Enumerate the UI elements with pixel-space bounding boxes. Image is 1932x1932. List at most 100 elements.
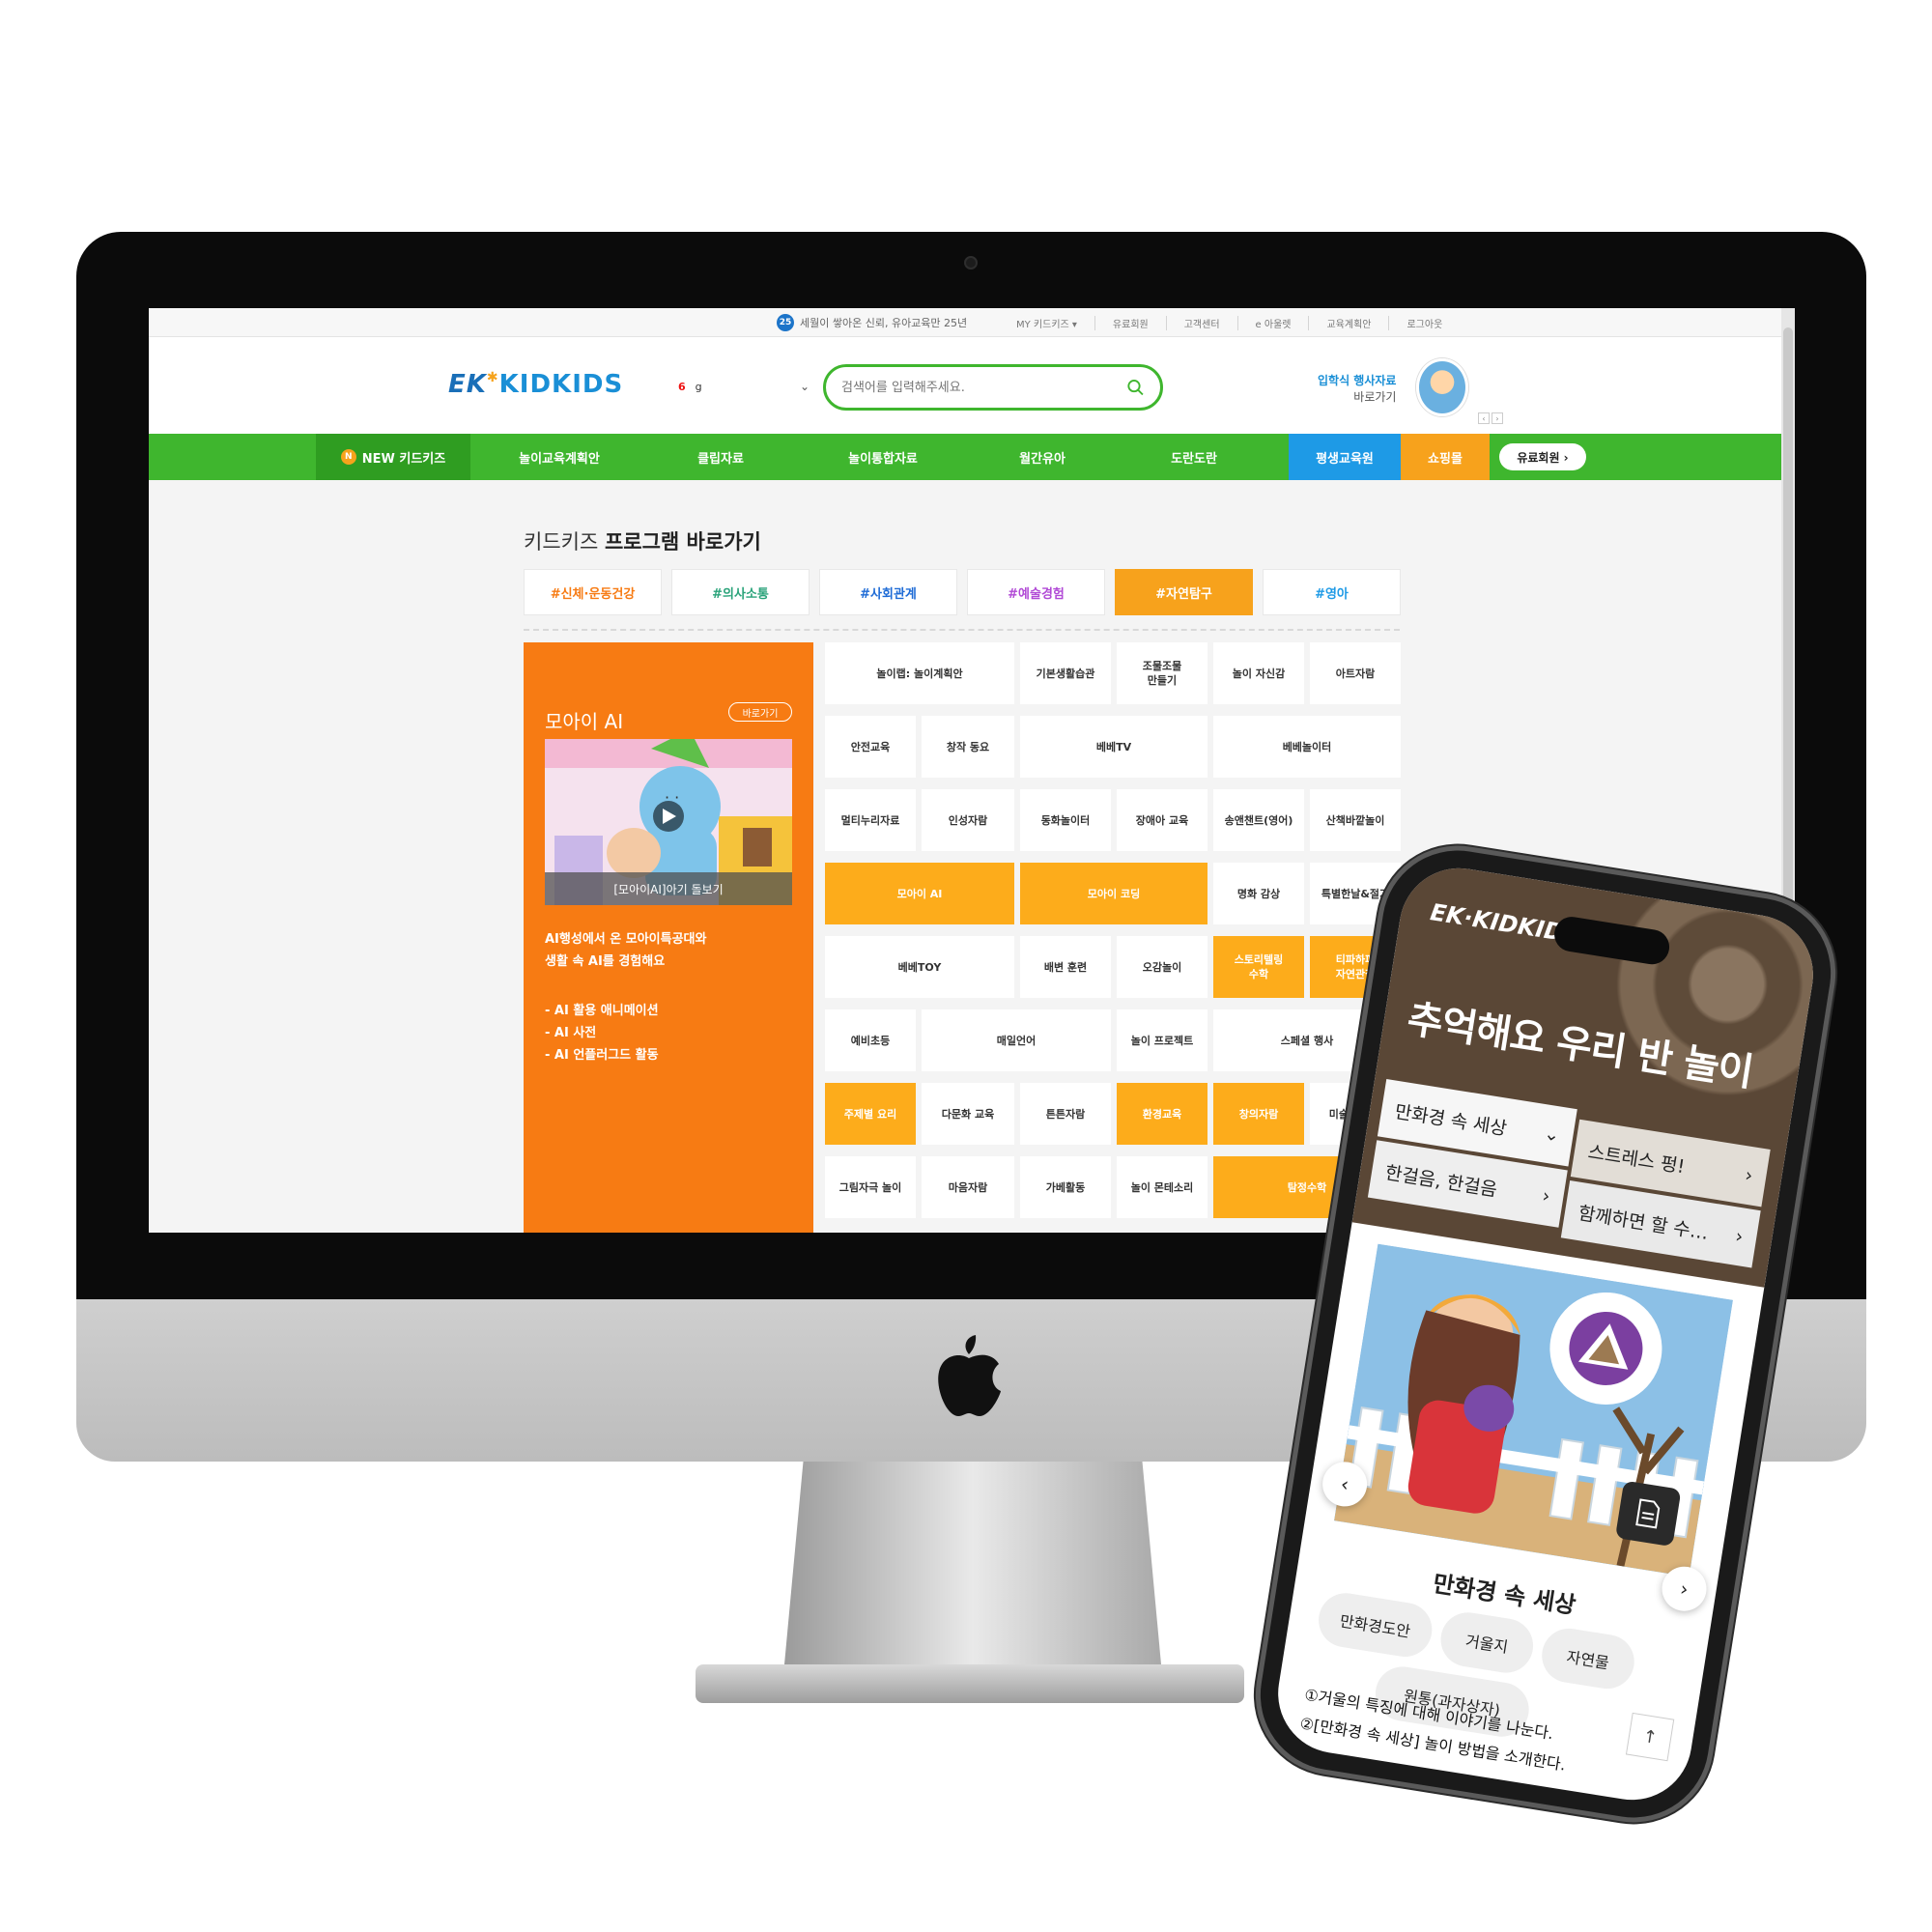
- chevron-right-icon: ›: [1541, 1184, 1551, 1208]
- program-item[interactable]: 매일언어: [922, 1009, 1111, 1071]
- apple-logo-icon: [938, 1335, 1001, 1416]
- tab-communication[interactable]: #의사소통: [671, 569, 810, 615]
- tab-art[interactable]: #예술경험: [967, 569, 1105, 615]
- program-item[interactable]: 놀이 자신감: [1213, 642, 1304, 704]
- program-item-highlight[interactable]: 모아이 AI: [825, 863, 1014, 924]
- utility-bar: 25 세월이 쌓아온 신뢰, 유아교육만 25년 MY 키드키즈 ▾ 유료회원 …: [149, 308, 1781, 337]
- program-item[interactable]: 안전교육: [825, 716, 916, 778]
- nav-new-kidkids[interactable]: N NEW 키드키즈: [316, 434, 470, 480]
- moai-bullet: - AI 사전: [545, 1026, 597, 1040]
- program-item[interactable]: 인성자람: [922, 789, 1014, 851]
- moai-desc-line: 생활 속 AI를 경험해요: [545, 954, 666, 969]
- program-item[interactable]: 베베놀이터: [1213, 716, 1401, 778]
- program-item[interactable]: 동화놀이터: [1020, 789, 1111, 851]
- ceremony-material-link[interactable]: 입학식 행사자료 바로가기: [1318, 372, 1396, 405]
- program-item-highlight[interactable]: 창의자람: [1213, 1083, 1304, 1145]
- program-item[interactable]: 송앤챈트(영어): [1213, 789, 1304, 851]
- program-item[interactable]: 베베TV: [1020, 716, 1208, 778]
- moai-ai-panel: 모아이 AI 바로가기 · · [모아이AI]아기 돌보기 AI행성에서 온 모…: [524, 642, 813, 1233]
- program-title-light: 키드키즈: [524, 530, 605, 554]
- program-item[interactable]: 다문화 교육: [922, 1083, 1014, 1145]
- document-icon[interactable]: [1614, 1480, 1682, 1548]
- nav-clip[interactable]: 클립자료: [653, 434, 788, 480]
- imac-stand-neck: [784, 1462, 1161, 1664]
- nav-integrated[interactable]: 놀이통합자료: [806, 434, 960, 480]
- program-item[interactable]: 오감놀이: [1117, 936, 1208, 998]
- program-item[interactable]: 기본생활습관: [1020, 642, 1111, 704]
- document-glyph: [1635, 1498, 1661, 1529]
- chevron-down-icon: ⌄: [799, 380, 810, 393]
- new-badge-icon: N: [340, 449, 356, 465]
- ceremony-link-sub: 바로가기: [1353, 390, 1397, 404]
- paid-member-button[interactable]: 유료회원 ›: [1499, 443, 1586, 470]
- program-item[interactable]: 산책바깥놀이: [1310, 789, 1401, 851]
- program-item[interactable]: 아트자람: [1310, 642, 1401, 704]
- program-item[interactable]: 가베활동: [1020, 1156, 1111, 1218]
- moai-bullets: - AI 활용 애니메이션 - AI 사전 - AI 언플러그드 활동: [545, 1000, 659, 1066]
- nav-lifelong[interactable]: 평생교육원: [1289, 434, 1401, 480]
- program-item[interactable]: 조물조물 만들기: [1117, 642, 1208, 704]
- program-item-highlight[interactable]: 스토리텔링 수학: [1213, 936, 1304, 998]
- chevron-down-icon: ⌄: [1542, 1122, 1562, 1147]
- program-title-bold: 프로그램 바로가기: [604, 530, 761, 554]
- education-plan-link[interactable]: 교육계획안: [1308, 316, 1388, 330]
- program-item[interactable]: 예비초등: [825, 1009, 916, 1071]
- program-title: 키드키즈 프로그램 바로가기: [524, 526, 761, 555]
- program-item[interactable]: 배변 훈련: [1020, 936, 1111, 998]
- moai-shortcut-button[interactable]: 바로가기: [728, 702, 792, 722]
- program-item[interactable]: 장애아 교육: [1117, 789, 1208, 851]
- tab-physical[interactable]: #신체·운동건강: [524, 569, 662, 615]
- program-item[interactable]: 명화 감상: [1213, 863, 1304, 924]
- program-item[interactable]: 마음자람: [922, 1156, 1014, 1218]
- promo-arrows: ‹ ›: [1478, 412, 1503, 424]
- site-logo[interactable]: EK✱KIDKIDS: [448, 370, 623, 399]
- tab-infant[interactable]: #영아: [1263, 569, 1401, 615]
- program-item-highlight[interactable]: 모아이 코딩: [1020, 863, 1208, 924]
- logout-link[interactable]: 로그아웃: [1388, 316, 1460, 330]
- program-item[interactable]: 창작 동요: [922, 716, 1014, 778]
- menu-item-label: 만화경 속 세상: [1393, 1100, 1509, 1140]
- nav-play-plan[interactable]: 놀이교육계획안: [482, 434, 637, 480]
- nav-monthly[interactable]: 월간유아: [975, 434, 1110, 480]
- search-icon[interactable]: [1126, 378, 1145, 397]
- ceremony-link-title: 입학식 행사자료: [1318, 374, 1397, 387]
- dashed-divider: [524, 629, 1400, 631]
- promo-next-icon[interactable]: ›: [1492, 412, 1503, 424]
- moai-desc-line: AI행성에서 온 모아이특공대와: [545, 932, 707, 947]
- program-item[interactable]: 놀이 몬테소리: [1117, 1156, 1208, 1218]
- moai-title: 모아이 AI: [545, 710, 624, 733]
- moai-bullet: - AI 활용 애니메이션: [545, 1004, 659, 1018]
- logo-star-icon: ✱: [486, 370, 499, 385]
- e-outlet-link[interactable]: e 아울렛: [1236, 316, 1309, 330]
- scroll-top-button[interactable]: ↑: [1625, 1712, 1675, 1762]
- program-item[interactable]: 놀이 프로젝트: [1117, 1009, 1208, 1071]
- program-item-highlight[interactable]: 주제별 요리: [825, 1083, 916, 1145]
- promo-prev-icon[interactable]: ‹: [1478, 412, 1490, 424]
- program-item[interactable]: 베베TOY: [825, 936, 1014, 998]
- tab-social[interactable]: #사회관계: [819, 569, 957, 615]
- tab-nature[interactable]: #자연탐구: [1115, 569, 1253, 615]
- my-kidkids-link[interactable]: MY 키드키즈 ▾: [999, 316, 1094, 330]
- menu-item-label: 스트레스 펑!: [1586, 1141, 1687, 1178]
- nav-doran[interactable]: 도란도란: [1126, 434, 1262, 480]
- moai-description: AI행성에서 온 모아이특공대와 생활 속 AI를 경험해요: [545, 928, 706, 973]
- promo-banner[interactable]: 25 세월이 쌓아온 신뢰, 유아교육만 25년: [777, 314, 967, 331]
- program-item[interactable]: 그림자극 놀이: [825, 1156, 916, 1218]
- moai-bullet: - AI 언플러그드 활동: [545, 1048, 659, 1063]
- program-grid: 놀이랩: 놀이계획안 기본생활습관 조물조물 만들기 놀이 자신감 아트자람 안…: [825, 642, 1401, 1233]
- search-input[interactable]: [841, 380, 1127, 395]
- chevron-right-icon: ›: [1733, 1225, 1745, 1248]
- imac-camera: [964, 256, 978, 270]
- program-item[interactable]: 멀티누리자료: [825, 789, 916, 851]
- program-item[interactable]: 놀이랩: 놀이계획안: [825, 642, 1014, 704]
- program-item-highlight[interactable]: 환경교육: [1117, 1083, 1208, 1145]
- hashtag-tabs: #신체·운동건강 #의사소통 #사회관계 #예술경험 #자연탐구 #영아: [524, 569, 1401, 615]
- customer-center-link[interactable]: 고객센터: [1165, 316, 1237, 330]
- category-select[interactable]: 6 g ⌄: [678, 380, 810, 393]
- main-navigation: N NEW 키드키즈 놀이교육계획안 클립자료 놀이통합자료 월간유아 도란도란…: [149, 434, 1781, 480]
- moai-video-thumbnail[interactable]: · · [모아이AI]아기 돌보기: [545, 739, 792, 905]
- nav-shop[interactable]: 쇼핑몰: [1401, 434, 1490, 480]
- scrollbar-thumb[interactable]: [1783, 327, 1793, 907]
- program-item[interactable]: 튼튼자람: [1020, 1083, 1111, 1145]
- paid-member-link[interactable]: 유료회원: [1094, 316, 1166, 330]
